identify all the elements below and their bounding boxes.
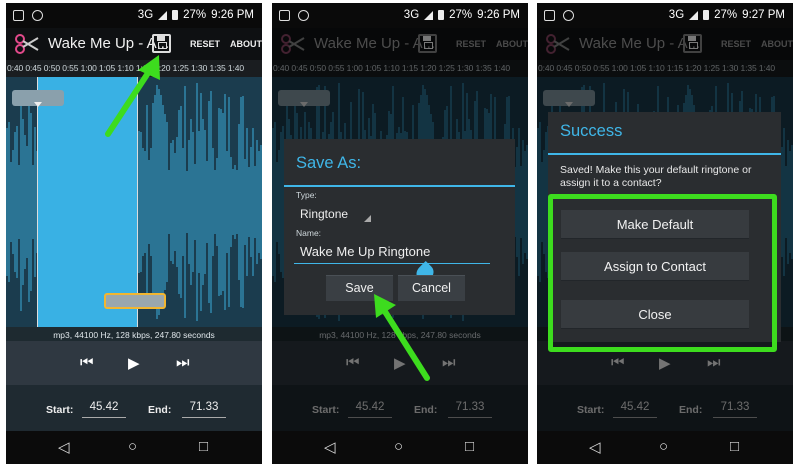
name-field[interactable]: Wake Me Up Ringtone <box>294 242 490 264</box>
dialog-divider <box>284 185 515 187</box>
home-icon[interactable]: ○ <box>659 438 668 455</box>
make-default-button[interactable]: Make Default <box>561 210 749 239</box>
image-icon <box>13 10 24 21</box>
save-as-dialog: Save As: Type: Ringtone Name: Wake Me Up… <box>284 139 515 315</box>
reset-button[interactable]: RESET <box>190 39 220 49</box>
time-ruler: 0:40 0:45 0:50 0:55 1:00 1:05 1:10 1:15 … <box>6 60 262 77</box>
clock: 9:26 PM <box>211 9 254 21</box>
ruler-ticks: 0:40 0:45 0:50 0:55 1:00 1:05 1:10 1:15 … <box>7 63 245 73</box>
type-label: Type: <box>296 190 317 200</box>
cancel-button[interactable]: Cancel <box>398 275 465 301</box>
recents-icon[interactable]: □ <box>465 438 474 455</box>
battery-percent: 27% <box>183 9 207 21</box>
status-bar: 3G 27% 9:26 PM <box>272 3 528 28</box>
trim-fields: Start: 45.42 End: 71.33 <box>6 385 262 431</box>
selection-region[interactable] <box>37 77 137 327</box>
screen-success-dialog: 3G 27% 9:27 PM Wake Me Up - A... RESET A… <box>537 3 793 464</box>
signal-icon <box>158 10 168 20</box>
battery-icon <box>438 10 445 20</box>
play-icon[interactable]: ▶ <box>128 354 140 372</box>
status-bar: 3G 27% 9:26 PM <box>6 3 262 28</box>
end-marker[interactable] <box>137 77 138 327</box>
spinner-arrow-icon <box>364 215 371 222</box>
signal-icon <box>689 10 699 20</box>
app-title: Wake Me Up - A... <box>48 35 170 52</box>
battery-icon <box>703 10 710 20</box>
waveform[interactable] <box>6 77 262 327</box>
nav-bar: ◁ ○ □ <box>272 431 528 464</box>
recents-icon[interactable]: □ <box>199 438 208 455</box>
success-message: Saved! Make this your default ringtone o… <box>560 164 752 189</box>
skip-previous-icon[interactable]: ⏮ <box>80 354 94 371</box>
success-dialog: Success Saved! Make this your default ri… <box>548 112 781 352</box>
dialog-title: Save As: <box>296 154 362 172</box>
battery-percent: 27% <box>714 9 738 21</box>
sync-icon <box>32 10 43 21</box>
skip-next-icon[interactable]: ⏭ <box>176 354 190 371</box>
recents-icon[interactable]: □ <box>730 438 739 455</box>
playback-controls: ⏮ ▶ ⏭ <box>6 341 262 385</box>
about-button[interactable]: ABOUT <box>230 39 262 49</box>
assign-to-contact-button[interactable]: Assign to Contact <box>561 252 749 281</box>
start-marker[interactable] <box>37 77 38 327</box>
start-handle[interactable] <box>12 90 64 107</box>
scissors-logo-icon <box>15 34 39 54</box>
save-icon[interactable] <box>152 34 171 53</box>
screen-editor: 3G 27% 9:26 PM Wake Me Up - A... RESET A… <box>6 3 262 464</box>
sync-icon <box>563 10 574 21</box>
back-icon[interactable]: ◁ <box>589 438 601 456</box>
battery-percent: 27% <box>449 9 473 21</box>
back-icon[interactable]: ◁ <box>324 438 336 456</box>
dim-overlay-actionbar <box>272 28 528 60</box>
dialog-title: Success <box>560 122 623 140</box>
end-label: End: <box>148 404 172 416</box>
image-icon <box>279 10 290 21</box>
type-value: Ringtone <box>300 207 349 221</box>
action-bar: Wake Me Up - A... RESET ABOUT <box>6 28 262 60</box>
file-info: mp3, 44100 Hz, 128 kbps, 247.80 seconds <box>53 330 215 340</box>
network-type: 3G <box>668 9 685 21</box>
name-label: Name: <box>296 228 322 238</box>
clock: 9:27 PM <box>742 9 785 21</box>
dim-overlay-actionbar <box>537 28 793 60</box>
end-field[interactable]: 71.33 <box>182 398 226 418</box>
screen-save-dialog: 3G 27% 9:26 PM Wake Me Up - A... RESET A… <box>272 3 528 464</box>
sync-icon <box>298 10 309 21</box>
waveform-bar <box>260 145 262 259</box>
close-button[interactable]: Close <box>561 300 749 329</box>
clock: 9:26 PM <box>477 9 520 21</box>
back-icon[interactable]: ◁ <box>58 438 70 456</box>
image-icon <box>544 10 555 21</box>
network-type: 3G <box>403 9 420 21</box>
dialog-divider <box>548 153 781 155</box>
save-button[interactable]: Save <box>326 275 393 301</box>
home-icon[interactable]: ○ <box>394 438 403 455</box>
start-label: Start: <box>46 404 74 416</box>
nav-bar: ◁ ○ □ <box>6 431 262 464</box>
signal-icon <box>424 10 434 20</box>
network-type: 3G <box>137 9 154 21</box>
start-field[interactable]: 45.42 <box>82 398 126 418</box>
status-bar: 3G 27% 9:27 PM <box>537 3 793 28</box>
home-icon[interactable]: ○ <box>128 438 137 455</box>
nav-bar: ◁ ○ □ <box>537 431 793 464</box>
battery-icon <box>172 10 179 20</box>
end-handle[interactable] <box>104 293 166 309</box>
